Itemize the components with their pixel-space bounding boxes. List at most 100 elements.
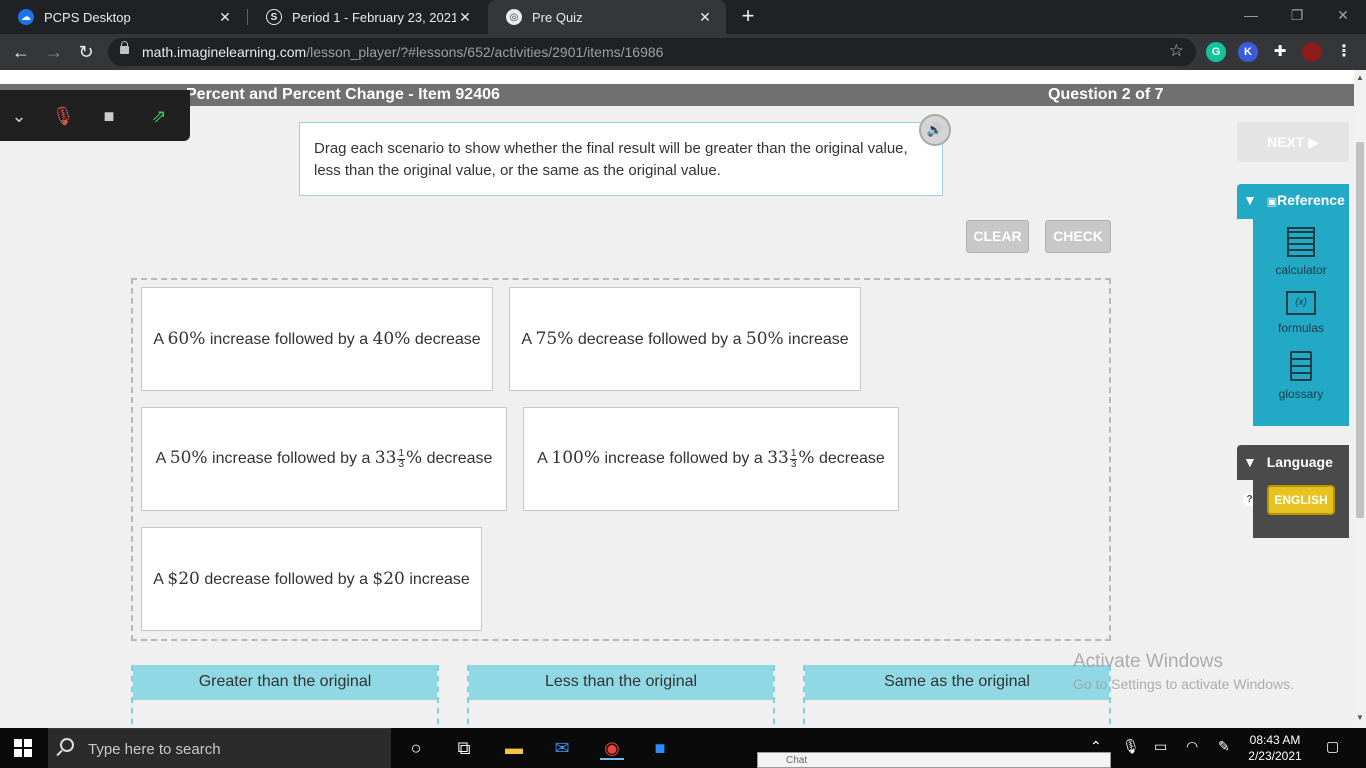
window-close-button[interactable]: ✕: [1320, 0, 1366, 32]
tab-pcps-desktop[interactable]: ☁ PCPS Desktop ✕: [0, 0, 246, 34]
glossary-tool[interactable]: glossary: [1253, 351, 1349, 401]
chat-window[interactable]: Chat: [757, 752, 1111, 768]
scroll-down-icon[interactable]: ▼: [1356, 714, 1364, 722]
drop-zone-header: Same as the original: [805, 665, 1109, 700]
check-button[interactable]: CHECK: [1045, 220, 1111, 253]
drop-zone-less[interactable]: Less than the original: [467, 665, 775, 728]
windows-taskbar: Type here to search ○ ⧉ ▬ ✉ ◉ ■ Chat ⌃ 🎙…: [0, 728, 1366, 768]
kami-extension-icon[interactable]: K: [1238, 42, 1258, 62]
minimize-button[interactable]: —: [1228, 0, 1274, 32]
calculator-icon: [1287, 227, 1315, 257]
formula-icon: (x): [1286, 291, 1316, 315]
forward-button[interactable]: →: [42, 40, 66, 64]
new-tab-button[interactable]: +: [736, 5, 760, 29]
reference-icon: ▣: [1266, 196, 1278, 208]
restore-button[interactable]: ❐: [1274, 0, 1320, 32]
search-icon: [60, 738, 74, 752]
reload-button[interactable]: ↻: [74, 40, 98, 64]
language-title: Language: [1266, 454, 1333, 470]
chevron-down-icon[interactable]: ⌄: [6, 103, 32, 129]
tab-period-1[interactable]: S Period 1 - February 23, 2021 | Sc ✕: [248, 0, 486, 34]
file-explorer-icon[interactable]: ▬: [502, 736, 526, 760]
formulas-tool[interactable]: (x) formulas: [1253, 291, 1349, 335]
grammarly-extension-icon[interactable]: G: [1206, 42, 1226, 62]
tab-label: PCPS Desktop: [44, 9, 131, 25]
question-counter: Question 2 of 7: [1048, 86, 1164, 103]
calculator-label: calculator: [1275, 263, 1327, 277]
scroll-thumb[interactable]: [1356, 142, 1364, 518]
close-icon[interactable]: ✕: [456, 9, 474, 26]
zoom-icon[interactable]: ■: [648, 736, 672, 760]
clipboard-icon: [1290, 351, 1312, 381]
instruction-box: Drag each scenario to show whether the f…: [299, 122, 943, 196]
drop-zone-header: Greater than the original: [133, 665, 437, 700]
fraction-one-third: 13: [789, 447, 798, 470]
browser-tab-strip: ☁ PCPS Desktop ✕ S Period 1 - February 2…: [0, 0, 1366, 34]
clock-time: 08:43 AM: [1249, 733, 1301, 747]
scenario-card-100-33[interactable]: A 100% increase followed by a 33 1 3% decr…: [523, 407, 899, 511]
card-text: A 50% increase followed by a 33 1 3% decre…: [155, 447, 493, 470]
bookmark-star-icon[interactable]: ☆: [1169, 41, 1184, 61]
close-icon[interactable]: ✕: [216, 9, 234, 26]
card-text: A 100% increase followed by a 33 1 3% decr…: [537, 447, 885, 470]
page-top-strip: [0, 70, 1354, 84]
formulas-label: formulas: [1277, 321, 1324, 335]
drop-zone-header: Less than the original: [469, 665, 773, 700]
drop-zone-greater[interactable]: Greater than the original: [131, 665, 439, 728]
search-placeholder: Type here to search: [88, 741, 221, 758]
taskbar-clock[interactable]: 08:43 AM 2/23/2021: [1245, 732, 1305, 764]
windows-start-icon[interactable]: [14, 739, 32, 757]
pen-icon[interactable]: ✎: [1218, 738, 1230, 755]
address-bar[interactable]: math.imaginelearning.com/lesson_player/?…: [108, 38, 1196, 66]
profile-avatar[interactable]: [1302, 42, 1322, 62]
globe-icon: ◎: [506, 9, 522, 25]
language-panel-toggle[interactable]: ▼ Language ?: [1237, 445, 1349, 506]
chrome-icon[interactable]: ◉: [600, 736, 624, 760]
share-screen-icon[interactable]: ⇗: [146, 103, 172, 129]
reference-panel-toggle[interactable]: ▼ ▣Reference: [1237, 184, 1349, 219]
english-button[interactable]: ENGLISH: [1267, 485, 1335, 515]
scenario-card-60-40[interactable]: A 60% increase followed by a 40% decreas…: [141, 287, 493, 391]
chat-label: Chat: [786, 755, 808, 766]
scenario-card-50-33[interactable]: A 50% increase followed by a 33 1 3% decre…: [141, 407, 507, 511]
lesson-page: Percent and Percent Change - Item 92406 …: [0, 70, 1354, 728]
fraction-one-third: 13: [397, 447, 405, 470]
battery-icon[interactable]: ▭: [1154, 738, 1167, 755]
scenario-card-20-dollars[interactable]: A $20 decrease followed by a $20 increas…: [141, 527, 482, 631]
task-view-icon[interactable]: ⧉: [452, 736, 476, 760]
close-icon[interactable]: ✕: [696, 9, 714, 26]
cortana-icon[interactable]: ○: [404, 736, 428, 760]
tab-label: Pre Quiz: [532, 9, 583, 25]
drop-zone-same[interactable]: Same as the original: [803, 665, 1111, 728]
taskbar-search[interactable]: Type here to search: [48, 728, 391, 768]
clear-button[interactable]: CLEAR: [966, 220, 1029, 253]
reference-title: Reference: [1277, 192, 1345, 208]
camera-icon[interactable]: ■: [96, 103, 122, 129]
menu-kebab-icon[interactable]: ⋮: [1334, 42, 1354, 62]
microphone-icon[interactable]: 🎙: [1122, 738, 1140, 755]
microphone-muted-icon[interactable]: 🎙: [50, 103, 76, 129]
lesson-title: Percent and Percent Change - Item 92406: [186, 86, 500, 103]
extensions-puzzle-icon[interactable]: ✚: [1270, 42, 1290, 62]
url-text: math.imaginelearning.com/lesson_player/?…: [142, 44, 664, 60]
wifi-icon[interactable]: ◠: [1186, 738, 1198, 755]
page-scrollbar[interactable]: ▲ ▼: [1354, 70, 1366, 728]
activate-windows-subtext: Go to Settings to activate Windows.: [1073, 676, 1294, 692]
tab-pre-quiz[interactable]: ◎ Pre Quiz ✕: [488, 0, 726, 34]
scenario-card-75-50[interactable]: A 75% decrease followed by a 50% increas…: [509, 287, 861, 391]
desktop-cloud-icon: ☁: [18, 9, 34, 25]
meeting-controls-overlay: ⌄ 🎙 ■ ⇗: [0, 90, 190, 141]
scroll-up-icon[interactable]: ▲: [1356, 74, 1364, 82]
reference-panel: calculator (x) formulas glossary: [1253, 219, 1349, 426]
notifications-icon[interactable]: ▢: [1326, 738, 1339, 755]
card-text: A 75% decrease followed by a 50% increas…: [521, 329, 849, 349]
speaker-icon[interactable]: 🔊: [919, 114, 951, 146]
card-text: A 60% increase followed by a 40% decreas…: [153, 329, 481, 349]
activate-windows-watermark: Activate Windows: [1073, 651, 1223, 672]
next-button[interactable]: NEXT ▶: [1237, 122, 1349, 162]
tray-chevron-icon[interactable]: ⌃: [1090, 738, 1102, 755]
clock-date: 2/23/2021: [1248, 749, 1302, 763]
mail-icon[interactable]: ✉: [550, 736, 574, 760]
calculator-tool[interactable]: calculator: [1253, 227, 1349, 277]
back-button[interactable]: ←: [9, 40, 33, 64]
